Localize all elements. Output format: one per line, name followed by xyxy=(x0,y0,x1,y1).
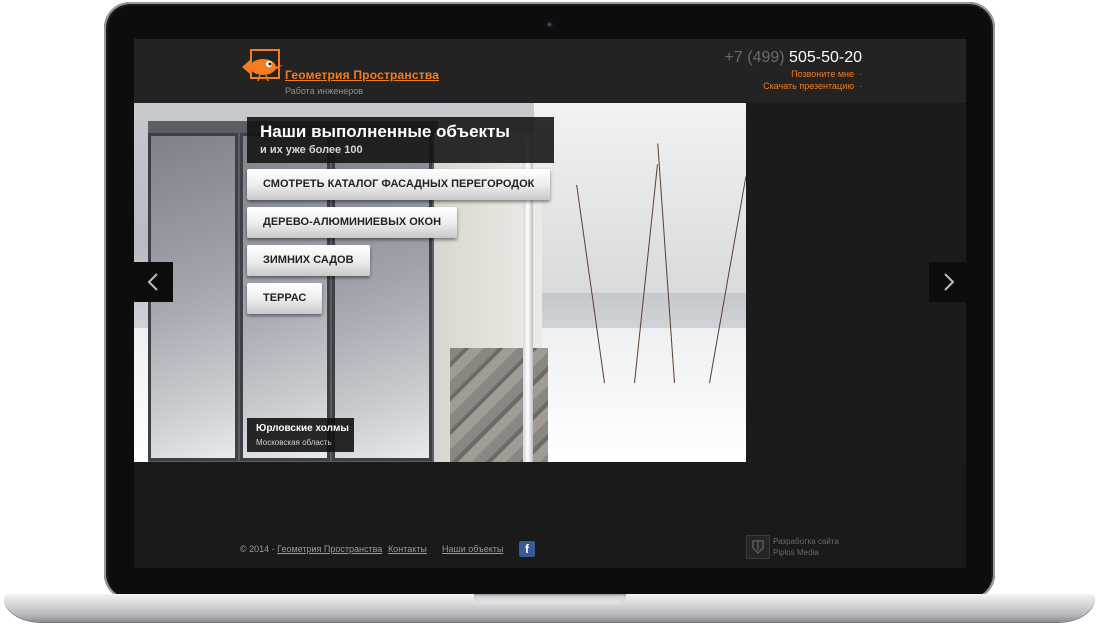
link-dot: · xyxy=(859,69,862,79)
call-me-label: Позвоните мне xyxy=(791,69,854,79)
facebook-icon[interactable]: f xyxy=(519,541,535,557)
laptop-notch xyxy=(474,594,626,604)
copyright: © 2014 - Геометрия Пространства xyxy=(240,544,382,554)
copyright-prefix: © 2014 - xyxy=(240,544,275,554)
slide-caption: Юрловские холмы Московская область xyxy=(247,418,354,452)
logo-bird-icon[interactable] xyxy=(237,47,285,83)
catalog-terraces-button[interactable]: ТЕРРАС xyxy=(247,283,323,314)
footer-contacts-link[interactable]: Контакты xyxy=(388,544,427,554)
slider-title-box: Наши выполненные объекты и их уже более … xyxy=(247,117,554,163)
catalog-windows-button[interactable]: ДЕРЕВО-АЛЮМИНИЕВЫХ ОКОН xyxy=(247,207,458,238)
developer-credit[interactable]: Разработка сайта Piplos Media xyxy=(773,536,839,558)
slider-image: Наши выполненные объекты и их уже более … xyxy=(134,103,746,462)
link-dot: · xyxy=(859,81,862,91)
caption-region: Московская область xyxy=(256,438,332,447)
logo-title-link[interactable]: Геометрия Пространства xyxy=(285,68,439,82)
catalog-winter-gardens-button[interactable]: ЗИМНИХ САДОВ xyxy=(247,245,370,276)
catalog-facade-button[interactable]: СМОТРЕТЬ КАТАЛОГ ФАСАДНЫХ ПЕРЕГОРОДОК xyxy=(247,169,551,200)
developer-line1: Разработка сайта xyxy=(773,537,839,546)
chevron-left-icon xyxy=(147,273,158,291)
camera-icon xyxy=(545,20,554,29)
download-presentation-link[interactable]: Скачать презентацию · xyxy=(763,81,862,91)
copyright-link[interactable]: Геометрия Пространства xyxy=(277,544,382,554)
sky-background xyxy=(534,103,746,293)
website-screen: Геометрия Пространства Работа инженеров … xyxy=(134,39,966,568)
site-header: Геометрия Пространства Работа инженеров … xyxy=(134,39,966,103)
slider-title: Наши выполненные объекты xyxy=(260,122,510,141)
phone-digits: 505-50-20 xyxy=(789,49,862,66)
phone-code: +7 (499) xyxy=(724,49,785,66)
footer-objects-link[interactable]: Наши объекты xyxy=(442,544,503,554)
stone-wall xyxy=(450,348,548,462)
slider-prev-button[interactable] xyxy=(134,262,173,302)
chevron-right-icon xyxy=(944,273,955,291)
slider-subtitle: и их уже более 100 xyxy=(260,144,363,156)
call-me-link[interactable]: Позвоните мне · xyxy=(791,69,862,79)
download-presentation-label: Скачать презентацию xyxy=(763,81,854,91)
phone-number: +7 (499) 505-50-20 xyxy=(725,49,862,67)
slider-next-button[interactable] xyxy=(929,262,966,302)
developer-line2: Piplos Media xyxy=(773,548,819,557)
caption-title: Юрловские холмы xyxy=(256,423,349,434)
logo-tagline: Работа инженеров xyxy=(285,86,363,96)
developer-logo-icon[interactable] xyxy=(746,535,770,559)
